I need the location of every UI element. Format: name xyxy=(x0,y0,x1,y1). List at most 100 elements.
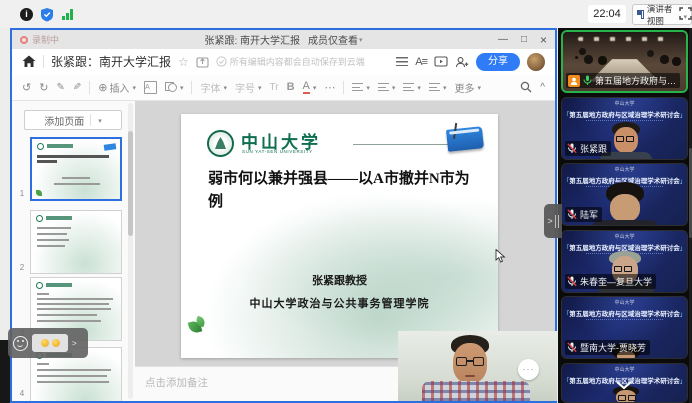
presenter-shirt xyxy=(422,381,530,401)
autosave-status: 所有编辑内容都会自动保存到云端 xyxy=(216,55,365,68)
numbered-list-button[interactable] xyxy=(378,81,396,93)
add-page-button[interactable]: 添加页面 xyxy=(24,110,122,130)
more-tools-button[interactable]: 更多 xyxy=(454,80,481,95)
signal-icon xyxy=(62,9,75,20)
participant-tile[interactable]: 中山大学 第五届地方政府与区域治理学术研讨会 朱春奎—复旦大学 xyxy=(561,230,688,293)
presenter-face xyxy=(450,337,490,383)
pen-icon xyxy=(453,123,457,139)
mic-on-icon xyxy=(583,75,592,86)
chevron-down-icon xyxy=(358,34,363,45)
collapse-toolbar-icon[interactable] xyxy=(540,82,545,93)
backdrop-banner: 第五届地方政府与区域治理学术研讨会 xyxy=(562,109,687,119)
close-button[interactable]: × xyxy=(540,33,547,47)
participant-tile[interactable]: 中山大学 第五届地方政府与区域治理学术研讨会 暨南大学-贾晓芳 xyxy=(561,296,688,359)
line-spacing-button[interactable] xyxy=(429,81,447,93)
document-title: 张紧跟：南开大学汇报 xyxy=(51,53,171,70)
participant-label: 第五届地方政府与… xyxy=(566,73,680,88)
slide-canvas[interactable]: 中山大学 SUN YAT-SEN UNIVERSITY 弱市何以兼并强县——以A… xyxy=(135,101,555,366)
add-collaborator-icon[interactable] xyxy=(455,56,469,68)
save-as-icon[interactable] xyxy=(196,56,209,68)
slide-thumbnail-1[interactable] xyxy=(30,137,122,201)
screen: 22:04 演讲者视图 录制中 张紧跟: 南开大学汇报 成员仅查看 — xyxy=(0,0,692,403)
reaction-toolbar[interactable] xyxy=(8,328,88,358)
text-effect-icon[interactable] xyxy=(270,82,279,93)
user-avatar[interactable] xyxy=(527,53,545,71)
record-icon xyxy=(20,36,28,44)
search-icon[interactable] xyxy=(520,81,532,93)
undo-button[interactable] xyxy=(22,81,31,94)
participant-tile[interactable]: 中山大学 第五届地方政府与区域治理学术研讨会 张紧跟 xyxy=(561,97,688,160)
mic-muted-icon xyxy=(567,143,577,154)
smiley-icon[interactable] xyxy=(13,336,28,351)
format-painter-icon[interactable] xyxy=(56,82,64,93)
current-slide[interactable]: 中山大学 SUN YAT-SEN UNIVERSITY 弱市何以兼并强县——以A… xyxy=(181,114,498,358)
mic-muted-icon xyxy=(567,209,577,220)
drag-grip-icon xyxy=(555,215,559,228)
shield-icon[interactable] xyxy=(40,7,54,22)
chevron-down-icon xyxy=(179,81,184,93)
emoji-icon[interactable] xyxy=(41,339,49,347)
participant-tile[interactable]: 中山大学 第五届地方政府与区域治理学术研讨会 xyxy=(561,363,688,403)
expand-arrow-icon[interactable] xyxy=(72,339,77,348)
shape-button[interactable] xyxy=(165,81,184,93)
textbox-icon[interactable] xyxy=(144,81,157,94)
bullet-list-button[interactable] xyxy=(352,81,370,93)
more-format-icon[interactable] xyxy=(324,81,335,94)
menu-icon[interactable] xyxy=(396,57,408,66)
clock: 22:04 xyxy=(588,5,626,23)
slide-thumbnail-2[interactable] xyxy=(30,210,122,274)
font-family-select[interactable]: 字体 xyxy=(200,80,227,95)
maximize-button[interactable]: □ xyxy=(521,34,527,45)
participant-label: 陆军 xyxy=(565,207,602,222)
permission-dropdown[interactable]: 成员仅查看 xyxy=(308,32,363,47)
slide-author: 张紧跟教授 xyxy=(181,272,498,288)
fullscreen-icon[interactable] xyxy=(679,7,692,20)
participant-tile[interactable]: 中山大学 第五届地方政府与区域治理学术研讨会 陆军 xyxy=(561,163,688,226)
home-icon[interactable] xyxy=(22,55,36,68)
font-size-select[interactable]: 字号 xyxy=(235,80,262,95)
participant-face xyxy=(608,122,644,160)
align-button[interactable] xyxy=(403,81,421,93)
emoji-tray[interactable] xyxy=(32,334,68,352)
sidebar-collapse-handle[interactable] xyxy=(544,204,562,238)
scroll-down-chevron-icon[interactable] xyxy=(615,380,633,390)
slide-affiliation: 中山大学政治与公共事务管理学院 xyxy=(181,295,498,311)
leaf-decoration xyxy=(189,317,205,333)
self-video-preview[interactable] xyxy=(398,331,557,401)
participant-label: 朱春奎—复旦大学 xyxy=(565,274,656,289)
participant-tile-room[interactable]: 第五届地方政府与… xyxy=(561,30,688,93)
more-options-button[interactable] xyxy=(518,359,539,380)
person-icon xyxy=(568,75,580,87)
shapes-icon xyxy=(165,82,177,92)
bold-button[interactable]: B xyxy=(287,81,295,93)
present-icon[interactable] xyxy=(434,56,448,68)
window-titlebar: 录制中 张紧跟: 南开大学汇报 成员仅查看 — □ × xyxy=(12,30,555,50)
redo-button[interactable] xyxy=(39,81,48,94)
plus-icon xyxy=(98,81,107,94)
recording-indicator: 录制中 xyxy=(20,30,59,49)
leaf-mini xyxy=(36,190,42,196)
star-icon[interactable] xyxy=(178,56,189,68)
info-icon[interactable] xyxy=(20,8,33,21)
slide-number: 4 xyxy=(17,389,27,398)
font-color-button[interactable]: A xyxy=(303,81,317,94)
share-button[interactable]: 分享 xyxy=(476,53,520,71)
book-icon xyxy=(446,126,484,152)
text-format-icon[interactable] xyxy=(415,56,427,68)
emoji-icon[interactable] xyxy=(52,339,60,347)
window-title: 张紧跟: 南开大学汇报 成员仅查看 xyxy=(204,32,362,47)
notes-placeholder: 点击添加备注 xyxy=(145,375,208,390)
minimize-button[interactable]: — xyxy=(498,34,508,45)
slide-number: 1 xyxy=(17,189,27,198)
slide-number: 2 xyxy=(17,263,27,272)
meeting-video-sidebar: 第五届地方政府与… 中山大学 第五届地方政府与区域治理学术研讨会 张紧跟 xyxy=(558,28,692,403)
formatting-toolbar: 插入 字体 字号 B A 更多 xyxy=(12,74,555,101)
layout-icon xyxy=(637,10,644,19)
clear-format-icon[interactable] xyxy=(73,82,81,93)
slide-title: 弱市何以兼并强县——以A市撤并N市为例 xyxy=(208,168,480,215)
insert-button[interactable]: 插入 xyxy=(98,80,136,95)
chevron-right-icon xyxy=(547,216,552,226)
mouse-cursor xyxy=(495,249,506,263)
thumbnail-scrollbar[interactable] xyxy=(128,103,133,399)
sysu-emblem-icon xyxy=(207,130,234,157)
